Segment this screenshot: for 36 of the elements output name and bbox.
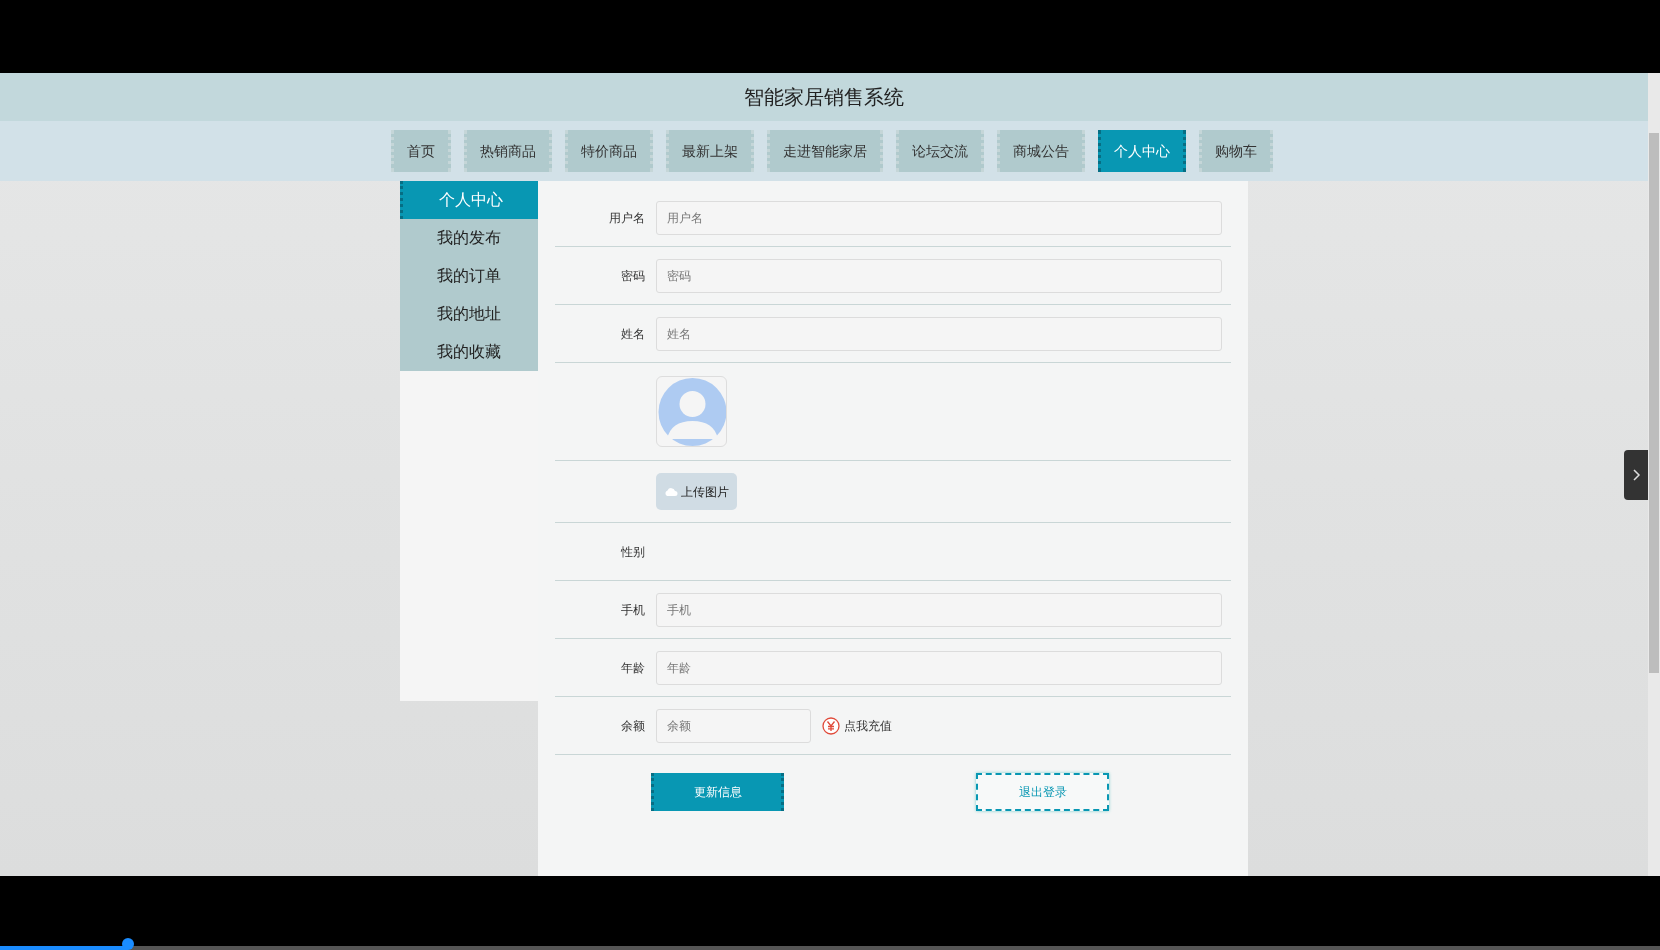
field-label: 手机 [621, 602, 645, 617]
input-field[interactable]: 余额 [656, 708, 811, 743]
nav-tab[interactable]: 热销商品 [463, 130, 552, 172]
input-field[interactable]: 年龄 [656, 650, 1222, 685]
field-label: 用户名 [609, 210, 645, 225]
nav-tab[interactable]: 走进智能家居 [766, 130, 883, 172]
nav-tab[interactable]: 最新上架 [665, 130, 754, 172]
input-field[interactable]: 手机 [656, 592, 1222, 627]
input-field[interactable]: 用户名 [656, 200, 1222, 235]
avatar-placeholder [656, 376, 727, 447]
nav-tab[interactable]: 商城公告 [996, 130, 1085, 172]
field-label: 年龄 [621, 660, 645, 675]
upload-button[interactable]: 上传图片 [656, 473, 737, 510]
cloud-upload-icon [664, 486, 678, 497]
sidebar-item[interactable]: 我的订单 [400, 257, 538, 295]
nav-tab[interactable]: 首页 [390, 130, 451, 172]
field-label: 密码 [621, 268, 645, 283]
scrollbar[interactable] [1648, 73, 1660, 876]
nav-tab[interactable]: 特价商品 [564, 130, 653, 172]
site-title: 智能家居销售系统 [744, 85, 904, 109]
chevron-right-icon [1631, 469, 1641, 481]
progress-handle[interactable] [121, 938, 134, 950]
field-label: 性别 [621, 544, 645, 559]
video-progress-bar[interactable] [0, 938, 1660, 950]
yen-icon [822, 716, 840, 735]
nav-tab[interactable]: 论坛交流 [895, 130, 984, 172]
recharge-link[interactable]: 点我充值 [822, 716, 892, 735]
field-label: 余额 [621, 718, 645, 733]
nav-tab[interactable]: 购物车 [1198, 130, 1273, 172]
input-field[interactable]: 姓名 [656, 316, 1222, 351]
field-label: 姓名 [621, 326, 645, 341]
expand-tab[interactable] [1624, 450, 1648, 500]
sidebar-item[interactable]: 我的收藏 [400, 333, 538, 371]
sidebar-item[interactable]: 我的发布 [400, 219, 538, 257]
input-field[interactable]: 密码 [656, 258, 1222, 293]
sidebar-item[interactable]: 我的地址 [400, 295, 538, 333]
